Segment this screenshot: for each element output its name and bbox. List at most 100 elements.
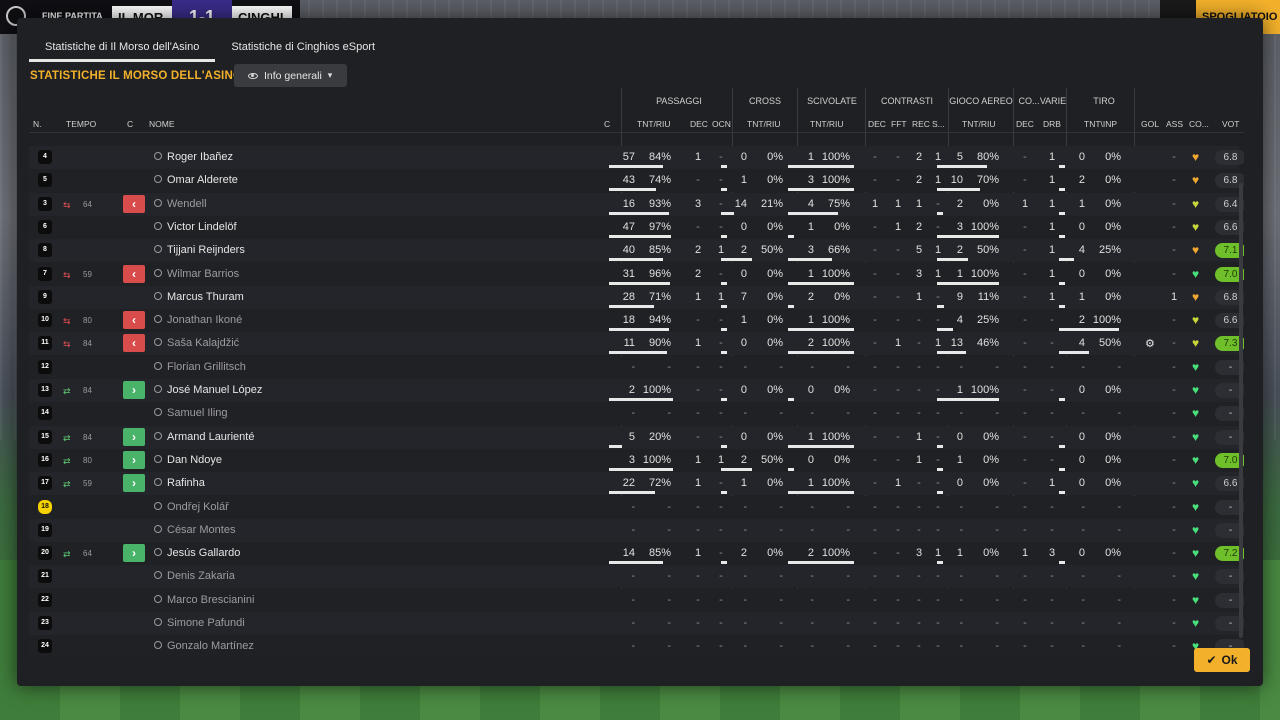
table-row[interactable]: 7 ⇆ 59 ‹ Wilmar Barrios 31 96% 2-0 0% 1 100% - -3 1 1 1… — [29, 262, 1244, 286]
view-dropdown[interactable]: Info generali ▾ — [234, 64, 347, 87]
table-row[interactable]: 24 Gonzalo Martínez - - - - - - - - - - - - - - - - - - - ♥ - — [29, 635, 1244, 658]
player-name[interactable]: Simone Pafundi — [167, 617, 245, 629]
player-name[interactable]: Florian Grillitsch — [167, 361, 246, 373]
table-row[interactable]: 19 César Montes - - - - - - - - - - - - - - - - - - - ♥ - — [29, 518, 1244, 542]
aerial-attempts: 3 — [956, 220, 963, 233]
tackles-attempts: - — [810, 570, 814, 583]
substituted-off-button[interactable]: ‹ — [123, 311, 145, 330]
person-icon — [153, 478, 162, 487]
player-name[interactable]: Denis Zakaria — [167, 570, 235, 582]
column-header-varie_drb[interactable]: DRB — [1043, 119, 1061, 129]
player-name[interactable]: Victor Lindelöf — [167, 221, 237, 233]
player-name[interactable]: Rafinha — [167, 477, 205, 489]
player-name[interactable]: Marcus Thuram — [167, 291, 244, 303]
column-header-ass[interactable]: ASS — [1166, 119, 1183, 129]
column-header-time[interactable]: TEMPO — [66, 119, 96, 129]
table-row[interactable]: 12 Florian Grillitsch - - - - - - - - - - - - - - - - - - - ♥… — [29, 355, 1244, 379]
table-row[interactable]: 5 Omar Alderete 43 74% - -1 0% 3 100% - -2 1 10 70% -1… — [29, 169, 1244, 193]
substituted-off-button[interactable]: ‹ — [123, 194, 145, 213]
aerial-percent: 70% — [976, 174, 999, 187]
player-name[interactable]: Wendell — [167, 198, 207, 210]
column-header-co[interactable]: CO... — [1189, 119, 1209, 129]
table-row[interactable]: 10 ⇆ 80 ‹ Jonathan Ikoné 18 94% - - 1 0% 1 100% - - - - 4… — [29, 309, 1244, 333]
player-name[interactable]: Saša Kalajdžić — [167, 337, 239, 349]
column-header-pass_dec[interactable]: DEC — [690, 119, 708, 129]
player-name[interactable]: Dan Ndoye — [167, 454, 222, 466]
tab-away-stats[interactable]: Statistiche di Cinghios eSport — [215, 36, 391, 62]
sub-off-icon: ⇆ — [63, 269, 71, 280]
column-header-vot[interactable]: VOT — [1222, 119, 1239, 129]
vertical-scrollbar[interactable] — [1239, 183, 1243, 638]
player-name[interactable]: César Montes — [167, 524, 235, 536]
player-name[interactable]: Jonathan Ikoné — [167, 314, 242, 326]
column-header-con_rec[interactable]: REC — [912, 119, 930, 129]
table-row[interactable]: 18 Ondřej Kolář - - - - - - - - - - - - - - - - - - - ♥ - — [29, 495, 1244, 519]
table-row[interactable]: 11 ⇆ 84 ‹ Saša Kalajdžić 11 90% 1-0 0% 2 100% -1-1 1… — [29, 332, 1244, 356]
table-row[interactable]: 15 ⇄ 84 › Armand Laurienté 5 20% - - 0 0% 1 100% - - 1 -… — [29, 425, 1244, 449]
passes-decisive: - — [696, 430, 700, 443]
player-name[interactable]: José Manuel López — [167, 384, 262, 396]
column-header-tiro_tnt[interactable]: TNT\INP — [1084, 119, 1117, 129]
table-row[interactable]: 6 Victor Lindelöf 47 97% - -0 0% 1 0% -1 2-3 100% -1… — [29, 215, 1244, 239]
column-header-sciv_tnt[interactable]: TNT/RIU — [810, 119, 844, 129]
substituted-on-button[interactable]: › — [123, 427, 145, 446]
ok-button[interactable]: ✔ Ok — [1194, 648, 1250, 672]
passes-percent: 20% — [648, 430, 671, 443]
table-row[interactable]: 9 Marcus Thuram 28 71% 1 1 7 0% 2 0% - -1-9 11% -1 1 0%… — [29, 285, 1244, 309]
player-name[interactable]: Samuel Iling — [167, 407, 228, 419]
column-header-gol[interactable]: GOL — [1141, 119, 1159, 129]
column-header-con_fft[interactable]: FFT — [891, 119, 907, 129]
table-row[interactable]: 23 Simone Pafundi - - - - - - - - - - - - - - - - - - - ♥ - — [29, 612, 1244, 635]
player-name[interactable]: Omar Alderete — [167, 174, 238, 186]
table-row[interactable]: 13 ⇄ 84 › José Manuel López 2 100% - -0 0% 0 0% - - - -… — [29, 379, 1244, 402]
column-header-co_dec[interactable]: DEC — [1016, 119, 1034, 129]
tackles-percent: - — [846, 500, 850, 513]
table-row[interactable]: 17 ⇄ 59 › Rafinha 22 72% 1-1 0% 1 100% -1- -0 0% -1 0 0%… — [29, 472, 1244, 496]
table-row[interactable]: 14 Samuel Iling - - - - - - - - - - - - - - - - - - - ♥ - — [29, 402, 1244, 426]
table-row[interactable]: 3 ⇆ 64 ‹ Wendell 16 93% 3-14 21% 4 75% 1 1 1-2 0% 1 1 1 0%… — [29, 192, 1244, 216]
substituted-on-button[interactable]: › — [123, 544, 145, 563]
tackles-bar — [788, 304, 794, 308]
crosses-percent: 50% — [760, 453, 783, 466]
column-header-con_s[interactable]: S... — [932, 119, 945, 129]
player-name[interactable]: Gonzalo Martínez — [167, 640, 254, 652]
player-name[interactable]: Tijjani Reijnders — [167, 244, 245, 256]
table-row[interactable]: 4 Roger Ibañez 57 84% 1-0 0% 1 100% - -2 1 5 80% -1 0 0… — [29, 146, 1244, 169]
table-row[interactable]: 8 Tijjani Reijnders 40 85% 2 1 2 50% 3 66% - -5 1 2 50… — [29, 239, 1244, 263]
player-name[interactable]: Roger Ibañez — [167, 151, 233, 163]
tackles-attempts: 1 — [807, 220, 814, 233]
co-dec: - — [1023, 267, 1027, 280]
player-name[interactable]: Armand Laurienté — [167, 431, 254, 443]
substituted-on-button[interactable]: › — [123, 450, 145, 469]
player-name[interactable]: Wilmar Barrios — [167, 268, 239, 280]
shots-bar — [1059, 491, 1065, 495]
column-header-pass_tnt[interactable]: TNT/RIU — [637, 119, 671, 129]
passes-decisive: 1 — [694, 290, 702, 303]
player-name[interactable]: Marco Brescianini — [167, 594, 254, 606]
shots-bar — [1059, 304, 1065, 308]
substituted-on-button[interactable]: › — [123, 474, 145, 493]
substituted-off-button[interactable]: ‹ — [123, 334, 145, 353]
player-name[interactable]: Jesús Gallardo — [167, 547, 240, 559]
column-header-name[interactable]: NOME — [149, 119, 175, 129]
contrasts-fft: - — [896, 640, 900, 653]
column-header-pass_ocn[interactable]: OCN — [712, 119, 731, 129]
player-name[interactable]: Ondřej Kolář — [167, 501, 229, 513]
table-row[interactable]: 22 Marco Brescianini - - - - - - - - - - - - - - - - - - - ♥ - — [29, 588, 1244, 612]
contrasts-rec: 1 — [915, 430, 923, 443]
table-row[interactable]: 21 Denis Zakaria - - - - - - - - - - - - - - - - - - - ♥ - — [29, 565, 1244, 589]
column-header-aereo_tnt[interactable]: TNT/RIU — [962, 119, 996, 129]
table-row[interactable]: 16 ⇄ 80 › Dan Ndoye 3 100% 1 1 2 50% 0 0% - -1-1 0% - -0 0… — [29, 448, 1244, 472]
shirt-number-icon: 8 — [38, 243, 52, 258]
column-header-cross_tnt[interactable]: TNT/RIU — [747, 119, 781, 129]
substituted-on-button[interactable]: › — [123, 381, 145, 399]
column-header-c[interactable]: C — [127, 119, 133, 129]
column-header-num[interactable]: N. — [33, 119, 42, 129]
substituted-off-button[interactable]: ‹ — [123, 264, 145, 283]
person-icon — [153, 152, 162, 161]
table-row[interactable]: 20 ⇄ 64 › Jesús Gallardo 14 85% 1-2 0% 2 100% - -3 1 1… — [29, 542, 1244, 566]
co-dec: - — [1023, 314, 1027, 327]
tab-home-stats[interactable]: Statistiche di Il Morso dell'Asino — [29, 36, 216, 62]
column-header-con_dec[interactable]: DEC — [868, 119, 886, 129]
column-header-c2[interactable]: C — [604, 119, 610, 129]
